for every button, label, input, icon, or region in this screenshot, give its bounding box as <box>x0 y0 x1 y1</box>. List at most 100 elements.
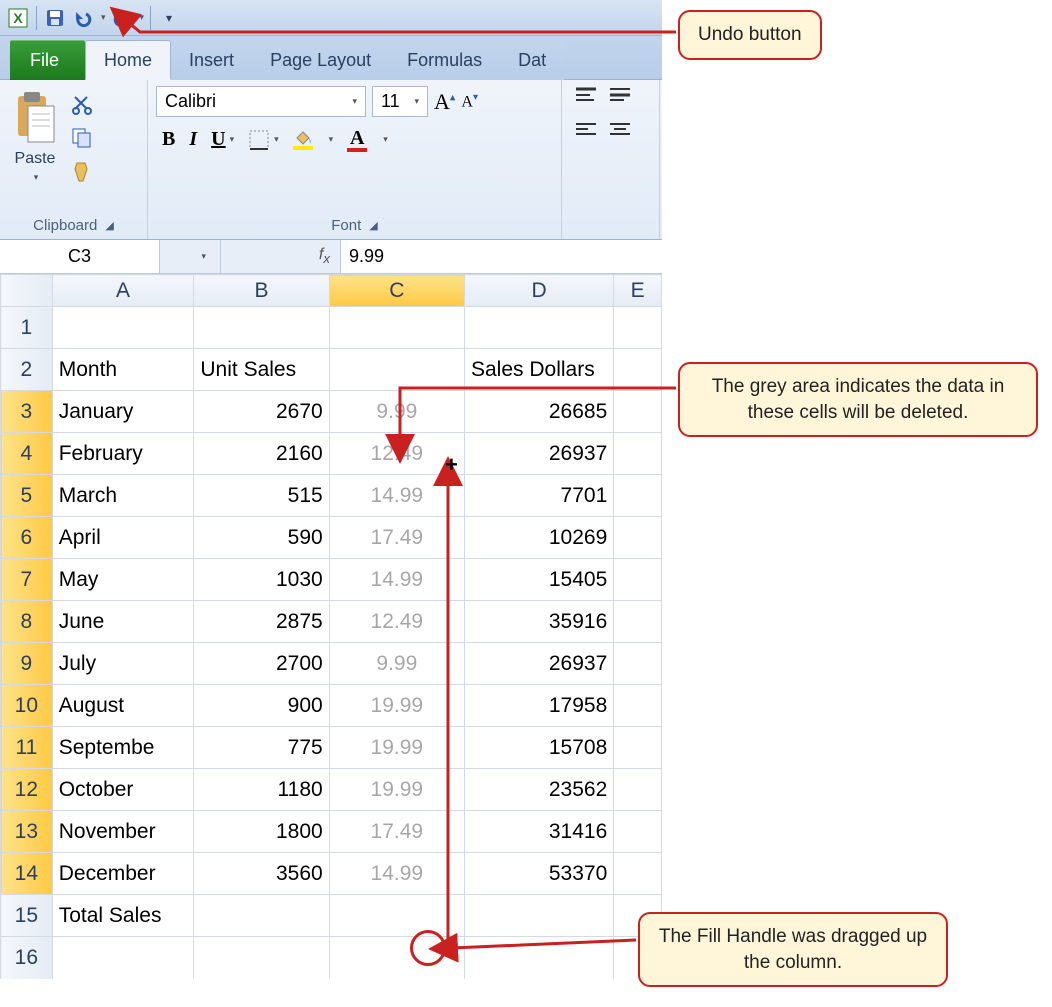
tab-insert[interactable]: Insert <box>171 40 252 80</box>
cell[interactable]: Month <box>52 349 194 391</box>
cell[interactable]: 26937 <box>464 433 613 475</box>
cell[interactable]: 19.99 <box>329 727 464 769</box>
cell[interactable]: 2700 <box>194 643 329 685</box>
fill-color-dropdown-icon[interactable]: ▾ <box>329 134 334 145</box>
name-box[interactable]: C3 <box>0 240 160 273</box>
cell[interactable]: July <box>52 643 194 685</box>
align-top-icon[interactable] <box>574 86 598 107</box>
cell[interactable]: 15708 <box>464 727 613 769</box>
italic-button[interactable]: I <box>189 128 197 151</box>
row-header[interactable]: 10 <box>1 685 53 727</box>
cell[interactable] <box>614 853 662 895</box>
align-center-icon[interactable] <box>608 121 632 142</box>
col-header-c[interactable]: C <box>329 275 464 307</box>
cell[interactable]: 2160 <box>194 433 329 475</box>
row-header[interactable]: 8 <box>1 601 53 643</box>
cell[interactable] <box>614 643 662 685</box>
tab-data[interactable]: Dat <box>500 40 564 80</box>
cell[interactable]: October <box>52 769 194 811</box>
cell[interactable]: 1030 <box>194 559 329 601</box>
row-header[interactable]: 13 <box>1 811 53 853</box>
cell[interactable]: February <box>52 433 194 475</box>
copy-icon[interactable] <box>68 124 96 152</box>
cell[interactable]: 7701 <box>464 475 613 517</box>
font-color-dropdown-icon[interactable]: ▾ <box>383 134 388 145</box>
row-header[interactable]: 1 <box>1 307 53 349</box>
paste-button[interactable]: Paste ▾ <box>8 86 62 187</box>
paste-dropdown-icon[interactable]: ▾ <box>34 172 39 183</box>
redo-icon[interactable] <box>110 6 134 30</box>
cell[interactable] <box>614 559 662 601</box>
cell[interactable]: 900 <box>194 685 329 727</box>
cell[interactable]: 3560 <box>194 853 329 895</box>
cell[interactable] <box>52 307 194 349</box>
row-header[interactable]: 6 <box>1 517 53 559</box>
underline-button[interactable]: U▾ <box>211 128 234 151</box>
cell[interactable]: Total Sales <box>52 895 194 937</box>
decrease-font-icon[interactable]: A▾ <box>461 92 478 111</box>
cell[interactable] <box>52 937 194 979</box>
cell[interactable] <box>329 895 464 937</box>
cell[interactable] <box>194 937 329 979</box>
row-header[interactable]: 4 <box>1 433 53 475</box>
cell[interactable]: 1180 <box>194 769 329 811</box>
cell[interactable]: 515 <box>194 475 329 517</box>
align-middle-icon[interactable] <box>608 86 632 107</box>
cell[interactable]: 9.99 <box>329 391 464 433</box>
cell[interactable]: 17.49 <box>329 517 464 559</box>
cell[interactable]: May <box>52 559 194 601</box>
cell[interactable] <box>614 769 662 811</box>
cell[interactable]: 10269 <box>464 517 613 559</box>
cell[interactable]: Unit Sales <box>194 349 329 391</box>
cell[interactable] <box>614 433 662 475</box>
cell[interactable] <box>464 895 613 937</box>
row-header[interactable]: 12 <box>1 769 53 811</box>
excel-icon[interactable]: X <box>6 6 30 30</box>
cell[interactable] <box>329 307 464 349</box>
align-left-icon[interactable] <box>574 121 598 142</box>
row-header[interactable]: 16 <box>1 937 53 979</box>
cell[interactable] <box>194 895 329 937</box>
undo-dropdown-icon[interactable]: ▾ <box>101 12 106 23</box>
cell[interactable]: 775 <box>194 727 329 769</box>
font-name-combo[interactable]: Calibri ▾ <box>156 86 366 117</box>
cell[interactable] <box>614 475 662 517</box>
undo-icon[interactable] <box>71 6 95 30</box>
cell[interactable]: 14.99 <box>329 475 464 517</box>
row-header[interactable]: 5 <box>1 475 53 517</box>
cut-icon[interactable] <box>68 90 96 118</box>
cell[interactable] <box>614 601 662 643</box>
cell[interactable]: 15405 <box>464 559 613 601</box>
cell[interactable]: November <box>52 811 194 853</box>
cell[interactable] <box>614 685 662 727</box>
cell[interactable] <box>614 307 662 349</box>
cell[interactable]: 14.99 <box>329 559 464 601</box>
save-icon[interactable] <box>43 6 67 30</box>
cell[interactable]: Septembe <box>52 727 194 769</box>
borders-button[interactable]: ▾ <box>248 129 279 151</box>
cell[interactable]: 26685 <box>464 391 613 433</box>
format-painter-icon[interactable] <box>68 158 96 186</box>
cell[interactable]: 17.49 <box>329 811 464 853</box>
name-box-dropdown-icon[interactable]: ▾ <box>160 251 220 262</box>
cell[interactable]: 12.49 <box>329 601 464 643</box>
increase-font-icon[interactable]: A▴ <box>434 89 455 115</box>
font-color-button[interactable]: A <box>347 127 367 152</box>
formula-input[interactable]: 9.99 <box>340 240 662 273</box>
col-header-e[interactable]: E <box>614 275 662 307</box>
row-header[interactable]: 7 <box>1 559 53 601</box>
cell[interactable]: 23562 <box>464 769 613 811</box>
row-header[interactable]: 2 <box>1 349 53 391</box>
col-header-d[interactable]: D <box>464 275 613 307</box>
col-header-a[interactable]: A <box>52 275 194 307</box>
row-header[interactable]: 11 <box>1 727 53 769</box>
tab-formulas[interactable]: Formulas <box>389 40 500 80</box>
redo-dropdown-icon[interactable]: ▾ <box>140 12 145 23</box>
select-all-corner[interactable] <box>1 275 53 307</box>
cell[interactable] <box>614 727 662 769</box>
cell[interactable]: 9.99 <box>329 643 464 685</box>
cell[interactable]: 1800 <box>194 811 329 853</box>
tab-home[interactable]: Home <box>85 40 171 80</box>
cell[interactable]: June <box>52 601 194 643</box>
cell[interactable]: 35916 <box>464 601 613 643</box>
